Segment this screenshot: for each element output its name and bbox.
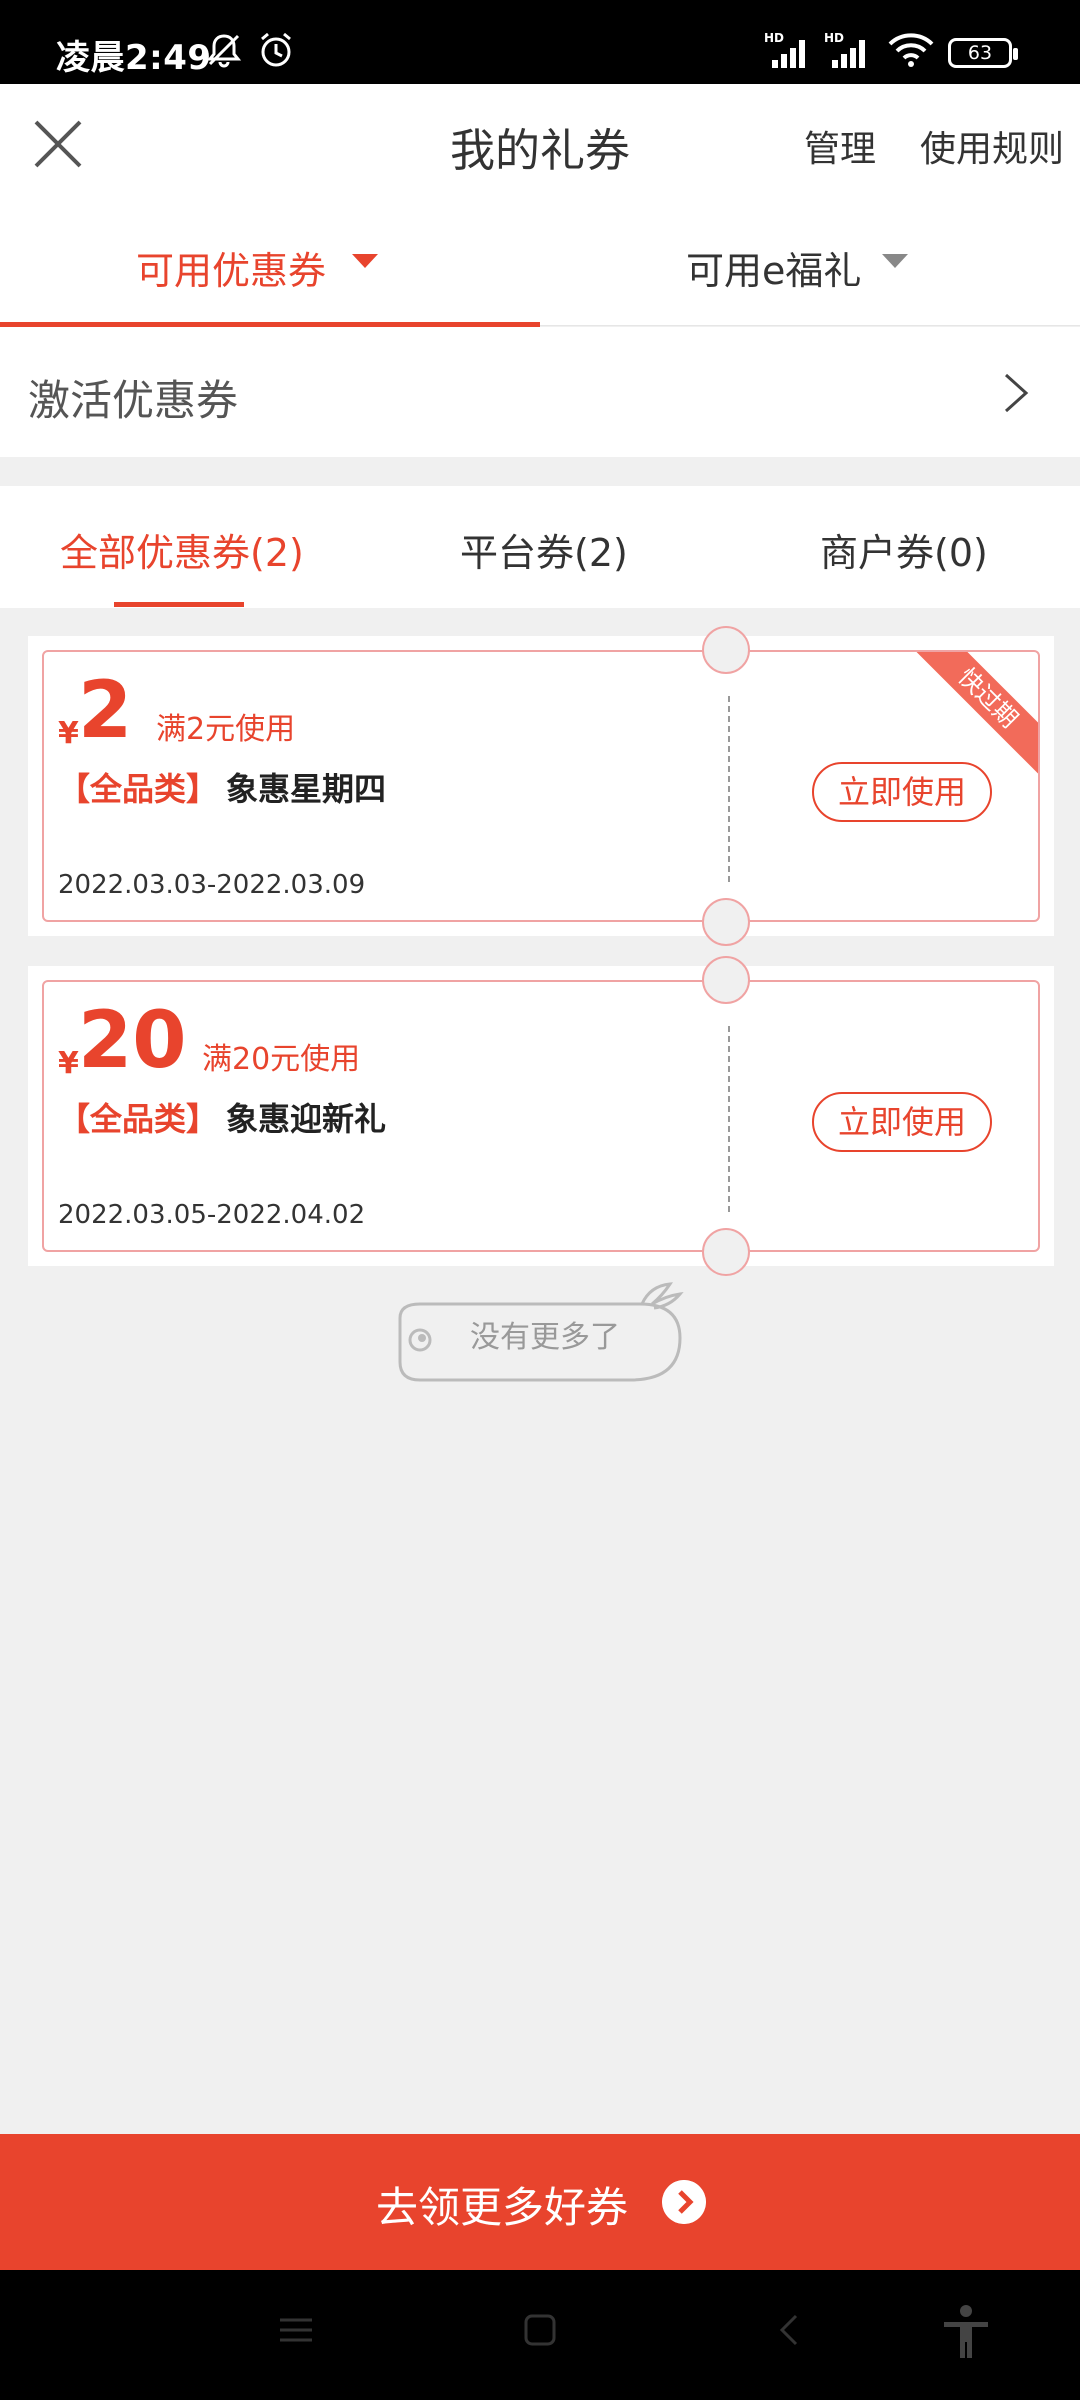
tab-all-coupons[interactable]: 全部优惠券(2) (60, 522, 304, 577)
use-now-button[interactable]: 立即使用 (812, 1092, 992, 1152)
chevron-down-icon (882, 254, 908, 268)
coupon-notch (702, 956, 750, 1004)
tab-label: 可用优惠券 (136, 249, 327, 293)
main-tabs: 可用优惠券 可用e福礼 (0, 204, 1080, 327)
accessibility-icon[interactable] (940, 2304, 992, 2360)
coupon-ticket: ¥ 2 满2元使用 【全品类】 象惠星期四 2022.03.03-2022.03… (42, 650, 1040, 922)
mute-bell-icon (206, 34, 242, 68)
coupon-condition: 满20元使用 (202, 1042, 361, 1077)
coupon-ticket: ¥ 20 满20元使用 【全品类】 象惠迎新礼 2022.03.05-2022.… (42, 980, 1040, 1252)
usage-rules-link[interactable]: 使用规则 (920, 120, 1064, 172)
tab-merchant-coupons[interactable]: 商户券(0) (820, 522, 988, 577)
coupon-category: 【全品类】 (58, 1100, 219, 1138)
no-more-hint: 没有更多了 (380, 1282, 700, 1382)
hd-signal-icon-2: HD (824, 31, 865, 68)
coupon-divider (728, 1026, 730, 1212)
home-icon[interactable] (520, 2310, 560, 2350)
coupon-card: ¥ 20 满20元使用 【全品类】 象惠迎新礼 2022.03.05-2022.… (28, 956, 1054, 1276)
coupon-condition: 满2元使用 (156, 712, 296, 747)
tab-available-e-gifts[interactable]: 可用e福礼 (540, 204, 1080, 326)
wifi-icon (888, 33, 934, 67)
coupon-name: 象惠星期四 (226, 770, 387, 808)
manage-button[interactable]: 管理 (804, 120, 876, 172)
battery-icon: 63 (948, 38, 1018, 68)
alarm-icon (261, 32, 291, 67)
coupon-notch (702, 898, 750, 946)
svg-text:HD: HD (764, 31, 784, 45)
menu-icon[interactable] (276, 2310, 316, 2350)
activate-coupon-row[interactable]: 激活优惠券 (0, 327, 1080, 457)
coupon-validity-dates: 2022.03.05-2022.04.02 (58, 1200, 366, 1230)
use-now-button[interactable]: 立即使用 (812, 762, 992, 822)
system-nav-bar (0, 2270, 1080, 2400)
top-header: 我的礼券 管理 使用规则 (0, 84, 1080, 204)
active-tab-indicator (114, 602, 244, 607)
currency-symbol: ¥ (58, 1046, 79, 1081)
coupon-amount: 20 (78, 996, 187, 1086)
coupon-notch (702, 1228, 750, 1276)
status-bar: 凌晨2:49 HD HD 63 (0, 0, 1080, 84)
svg-text:HD: HD (824, 31, 844, 45)
coupon-category: 【全品类】 (58, 770, 219, 808)
arrow-right-circle-icon (662, 2180, 706, 2224)
coupon-card: ¥ 2 满2元使用 【全品类】 象惠星期四 2022.03.03-2022.03… (28, 626, 1054, 946)
coupon-divider (728, 696, 730, 882)
coupon-notch (702, 626, 750, 674)
status-time: 凌晨2:49 (56, 38, 212, 78)
cta-label: 去领更多好券 (376, 2183, 629, 2232)
coupon-validity-dates: 2022.03.03-2022.03.09 (58, 870, 366, 900)
chevron-down-icon (352, 254, 378, 268)
chevron-right-icon (1004, 373, 1029, 413)
tab-label: 可用e福礼 (686, 249, 862, 293)
tab-platform-coupons[interactable]: 平台券(2) (460, 522, 628, 577)
coupon-amount: 2 (78, 666, 133, 756)
get-more-coupons-button[interactable]: 去领更多好券 (0, 2134, 1080, 2270)
coupon-name: 象惠迎新礼 (226, 1100, 387, 1138)
currency-symbol: ¥ (58, 716, 79, 751)
coupon-filter-tabs: 全部优惠券(2) 平台券(2) 商户券(0) (0, 486, 1080, 608)
page-title: 我的礼券 (449, 124, 630, 177)
no-more-text: 没有更多了 (470, 1320, 620, 1355)
tab-available-coupons[interactable]: 可用优惠券 (0, 204, 540, 327)
close-icon[interactable] (26, 112, 90, 176)
activate-coupon-label: 激活优惠券 (28, 376, 239, 425)
hd-signal-icon: HD (764, 31, 805, 68)
back-icon[interactable] (770, 2310, 810, 2350)
